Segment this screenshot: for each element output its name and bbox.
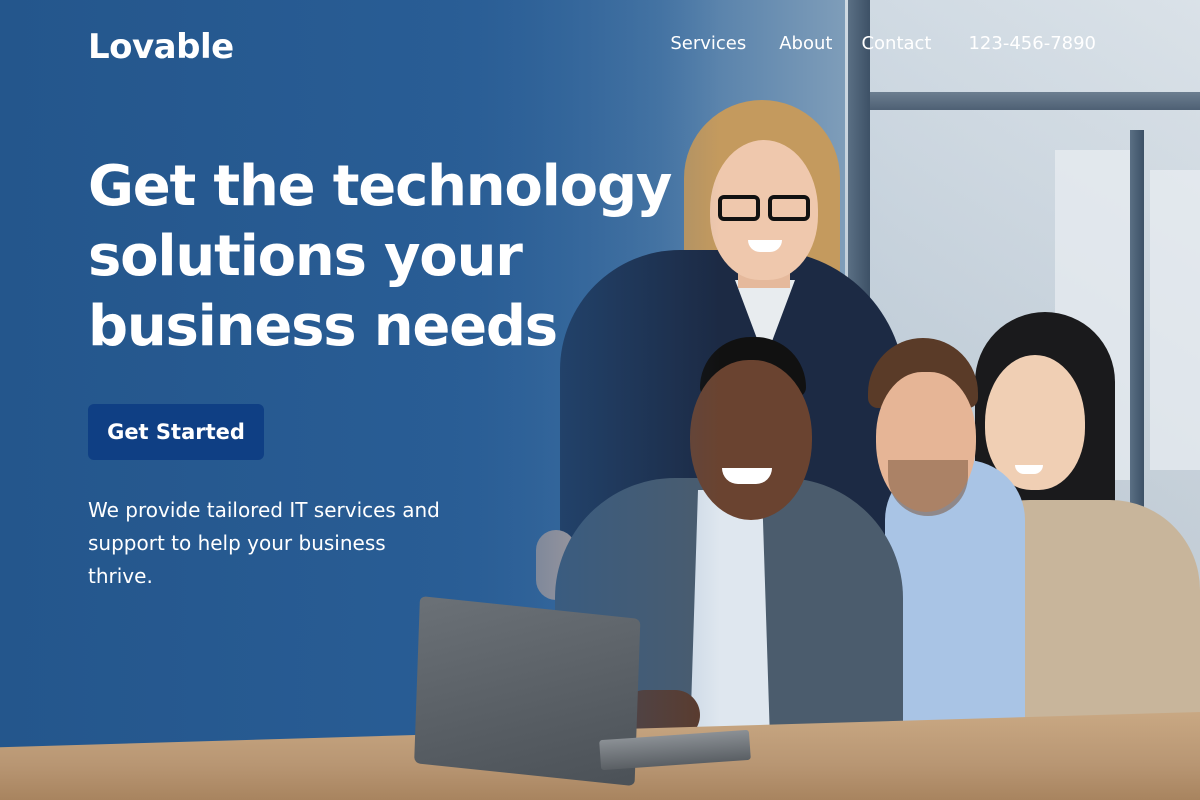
distant-building <box>1150 170 1200 470</box>
main-nav: Services About Contact 123-456-7890 <box>670 33 1096 54</box>
window-frame <box>870 92 1200 110</box>
nav-link-about[interactable]: About <box>779 33 832 54</box>
site-header: Lovable Services About Contact 123-456-7… <box>0 0 1200 90</box>
hero-description: We provide tailored IT services and supp… <box>88 498 440 588</box>
hero-section: Get the technology solutions your busine… <box>88 152 688 593</box>
nav-link-contact[interactable]: Contact <box>861 33 931 54</box>
get-started-button[interactable]: Get Started <box>88 404 264 460</box>
nav-phone-link[interactable]: 123-456-7890 <box>968 33 1096 54</box>
nav-link-services[interactable]: Services <box>670 33 746 54</box>
hero-title: Get the technology solutions your busine… <box>88 154 672 359</box>
window-frame <box>1130 130 1144 510</box>
brand-logo[interactable]: Lovable <box>88 27 234 67</box>
